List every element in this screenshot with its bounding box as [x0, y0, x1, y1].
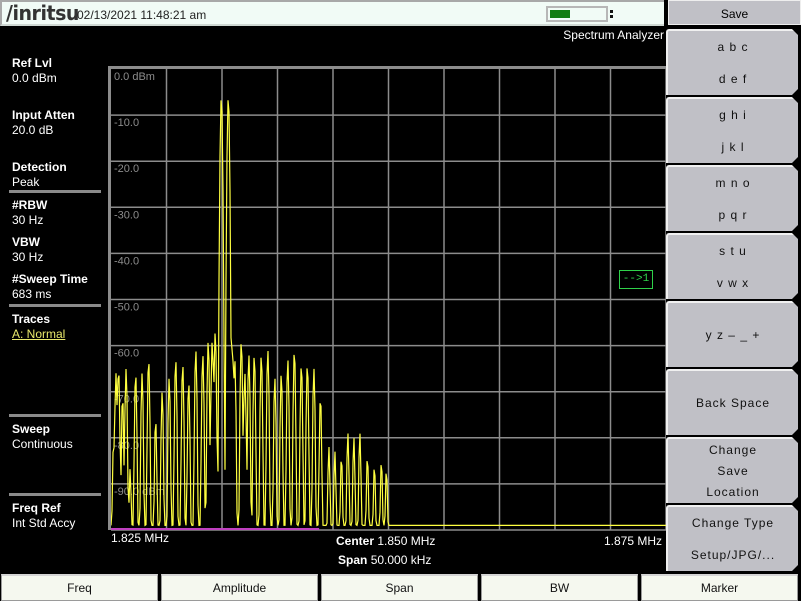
softkey-label: y z – _ +	[705, 328, 761, 342]
softkey-label: Location	[706, 485, 760, 500]
detection-label: Detection	[12, 160, 67, 174]
softkey-label: Setup/JPG/...	[690, 548, 776, 562]
softkey-label: g h i	[719, 108, 747, 122]
input-atten-label: Input Atten	[12, 108, 75, 122]
span-value: 50.000 kHz	[370, 553, 432, 567]
tab-bw[interactable]: BW	[481, 574, 638, 601]
tab-freq[interactable]: Freq	[1, 574, 158, 601]
y-tick-label: -80.0	[114, 440, 139, 452]
sweep-time-label: #Sweep Time	[12, 272, 88, 286]
span-label: Span	[338, 553, 368, 567]
sweep-label: Sweep	[12, 422, 51, 436]
center-label: Center	[336, 534, 375, 548]
brand-logo: /inritsu	[6, 1, 79, 25]
y-tick-label: -40.0	[114, 255, 139, 267]
softkey-label: Change Type	[691, 516, 775, 530]
detection-value: Peak	[12, 175, 40, 189]
softkey-label: Change	[708, 442, 758, 457]
rbw-label: #RBW	[12, 198, 48, 212]
y-tick-label: 0.0 dBm	[114, 71, 155, 83]
tab-marker[interactable]: Marker	[641, 574, 798, 601]
softkey-5[interactable]: y z – _ +	[666, 301, 800, 367]
softkey-label: Back Space	[695, 396, 771, 410]
softkey-label: v w x	[716, 276, 750, 290]
softkey-label: p q r	[718, 208, 748, 222]
y-tick-label: -50.0	[114, 302, 139, 314]
center-freq: Center 1.850 MHz	[336, 534, 435, 548]
softkey-2[interactable]: g h i j k l	[666, 97, 800, 163]
y-tick-label: -60.0	[114, 348, 139, 360]
y-tick-label: -10.0	[114, 117, 139, 129]
spectrum-plot[interactable]: 0.0 dBm -10.0 -20.0 -30.0 -40.0 -50.0 -60.0 -70…	[108, 66, 667, 531]
divider	[9, 304, 101, 307]
rbw-value: 30 Hz	[12, 213, 44, 227]
y-tick-label: -20.0	[114, 163, 139, 175]
softkey-7[interactable]: Change Save Location	[666, 437, 800, 503]
softkey-3[interactable]: m n o p q r	[666, 165, 800, 231]
battery-tip-icon	[610, 10, 613, 18]
divider	[9, 190, 101, 193]
softkey-label: j k l	[721, 140, 745, 154]
span: Span 50.000 kHz	[338, 553, 431, 567]
sweep-value: Continuous	[12, 437, 73, 451]
divider	[9, 414, 101, 417]
softkey-8[interactable]: Change Type Setup/JPG/...	[666, 505, 800, 571]
y-tick-label: -30.0	[114, 209, 139, 221]
mode-title: Spectrum Analyzer	[563, 28, 664, 42]
sweep-time-value: 683 ms	[12, 287, 52, 301]
softkey-4[interactable]: s t u v w x	[666, 233, 800, 299]
battery-icon	[546, 6, 608, 22]
softkey-1[interactable]: a b c d e f	[666, 29, 800, 95]
ref-level-value: 0.0 dBm	[12, 71, 57, 85]
vbw-value: 30 Hz	[12, 250, 44, 264]
start-freq-label: 1.825 MHz	[111, 531, 170, 545]
ref-level-label: Ref Lvl	[12, 56, 53, 70]
vbw-label: VBW	[12, 235, 40, 249]
freq-ref-value: Int Std Accy	[12, 516, 76, 530]
trace-a-link[interactable]: A: Normal	[12, 327, 65, 341]
softkey-6[interactable]: Back Space	[666, 369, 800, 435]
stop-freq-label: 1.875 MHz	[604, 534, 663, 548]
spectrum-chart: 0.0 dBm-10.0-20.0-30.0-40.0-50.0-60.0-70…	[111, 69, 667, 531]
divider	[9, 493, 101, 496]
tab-span[interactable]: Span	[321, 574, 478, 601]
softkey-label: a b c	[717, 40, 749, 54]
center-value: 1.850 MHz	[377, 534, 436, 548]
battery-level	[550, 10, 570, 18]
softkey-menu-title: Save	[668, 0, 801, 25]
traces-label: Traces	[12, 312, 51, 326]
softkey-label: d e f	[718, 72, 748, 86]
softkey-label: Save	[717, 463, 749, 478]
tab-amplitude[interactable]: Amplitude	[161, 574, 318, 601]
softkey-label: s t u	[719, 244, 747, 258]
marker-offscreen-indicator[interactable]: -->1	[619, 270, 653, 289]
input-atten-value: 20.0 dB	[12, 123, 54, 137]
softkey-label: m n o	[715, 176, 751, 190]
datetime: 02/13/2021 11:48:21 am	[77, 8, 207, 22]
freq-ref-label: Freq Ref	[12, 501, 61, 515]
